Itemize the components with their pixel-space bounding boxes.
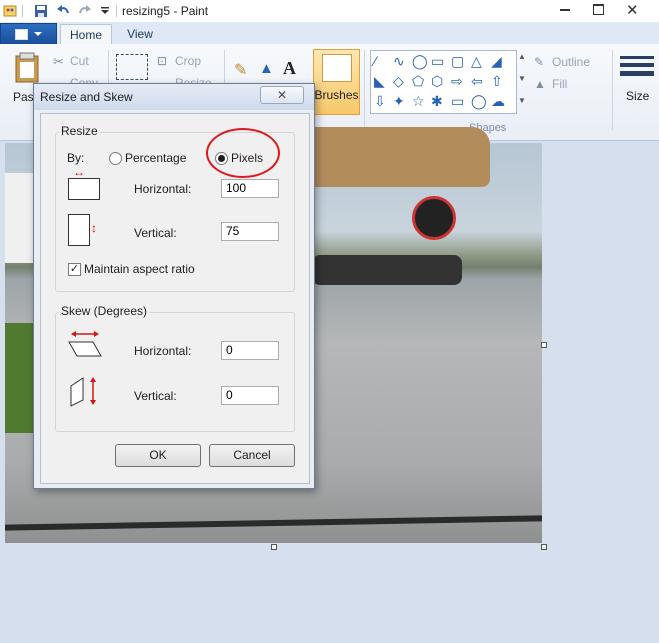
brushes-label: Brushes	[314, 88, 359, 102]
tab-view[interactable]: View	[115, 24, 165, 44]
crop-icon[interactable]: ⊡	[157, 54, 167, 68]
up-arrow-shape-icon[interactable]: ⇧	[491, 74, 503, 88]
skew-horizontal-label: Horizontal:	[134, 344, 192, 358]
right-triangle-shape-icon[interactable]: ◣	[374, 74, 385, 88]
maintain-aspect-checkbox[interactable]: ✓	[68, 263, 81, 276]
scissors-icon[interactable]: ✂	[53, 54, 64, 70]
outline-button[interactable]: Outline	[552, 55, 590, 69]
clipboard-icon[interactable]	[14, 52, 40, 87]
six-point-star-icon[interactable]: ✱	[431, 94, 443, 108]
polygon-shape-icon[interactable]: △	[471, 54, 482, 68]
four-point-star-icon[interactable]: ✦	[393, 94, 405, 108]
resize-horizontal-label: Horizontal:	[134, 182, 192, 196]
canvas-resize-handle-bottom[interactable]	[271, 544, 277, 550]
outline-icon[interactable]: ✎	[534, 55, 544, 69]
tab-home[interactable]: Home	[60, 24, 112, 46]
percentage-radio[interactable]	[109, 152, 122, 165]
shapes-scroll-down-icon[interactable]: ▼	[518, 74, 526, 83]
text-tool-icon[interactable]: A	[283, 58, 296, 79]
cut-button[interactable]: Cut	[70, 54, 89, 68]
resize-group-label: Resize	[59, 124, 100, 138]
paint-menu-button[interactable]	[0, 23, 57, 45]
close-window-button[interactable]: ✕	[626, 1, 639, 19]
ribbon-separator	[612, 50, 613, 130]
horizontal-skew-icon	[67, 328, 103, 361]
dialog-title-bar[interactable]: Resize and Skew ✕	[34, 84, 314, 110]
ribbon-separator	[364, 50, 365, 130]
down-arrow-shape-icon[interactable]: ⇩	[374, 94, 386, 108]
vertical-skew-icon	[67, 372, 103, 411]
maintain-aspect-label: Maintain aspect ratio	[84, 262, 195, 276]
window-title: resizing5 - Paint	[122, 4, 209, 18]
skew-group-label: Skew (Degrees)	[59, 304, 150, 318]
pixels-highlight-annotation	[206, 128, 280, 178]
oval-shape-icon[interactable]: ◯	[412, 54, 428, 68]
size-icon[interactable]	[620, 56, 654, 80]
left-arrow-shape-icon[interactable]: ⇦	[471, 74, 483, 88]
customize-toolbar-icon[interactable]	[97, 3, 113, 19]
right-arrow-shape-icon[interactable]: ⇨	[451, 74, 463, 88]
curve-shape-icon[interactable]: ∿	[393, 54, 405, 68]
cancel-button[interactable]: Cancel	[209, 444, 295, 467]
triangle-shape-icon[interactable]: ◢	[491, 54, 502, 68]
canvas-resize-handle-right[interactable]	[541, 342, 547, 348]
resize-vertical-input[interactable]	[221, 222, 279, 241]
title-separator	[22, 5, 23, 17]
minimize-button[interactable]	[560, 9, 570, 11]
vertical-resize-icon	[68, 214, 90, 246]
paint-app-icon[interactable]	[2, 3, 18, 19]
resize-horizontal-input[interactable]	[221, 179, 279, 198]
diamond-shape-icon[interactable]: ◇	[393, 74, 404, 88]
callout-oval-icon[interactable]: ◯	[471, 94, 487, 108]
rounded-rect-shape-icon[interactable]: ▢	[451, 54, 464, 68]
horizontal-resize-icon	[68, 178, 100, 200]
rectangle-shape-icon[interactable]: ▭	[431, 54, 444, 68]
brush-icon	[322, 54, 352, 82]
shapes-more-icon[interactable]: ▼	[518, 96, 526, 105]
shapes-scroll-up-icon[interactable]: ▲	[518, 52, 526, 61]
dialog-close-button[interactable]: ✕	[260, 86, 304, 104]
title-separator	[116, 5, 117, 17]
callout-rect-icon[interactable]: ▭	[451, 94, 464, 108]
redo-icon[interactable]	[77, 3, 93, 19]
canvas-resize-handle-corner[interactable]	[541, 544, 547, 550]
gold-car	[300, 127, 490, 187]
document-icon	[15, 28, 28, 40]
title-bar: resizing5 - Paint ✕	[0, 0, 659, 22]
skew-vertical-label: Vertical:	[134, 389, 177, 403]
save-icon[interactable]	[33, 3, 49, 19]
skew-horizontal-input[interactable]	[221, 341, 279, 360]
fill-bucket-icon[interactable]: ▲	[259, 60, 274, 77]
ribbon-tab-row: Home View	[0, 22, 659, 46]
chevron-down-icon	[34, 32, 42, 36]
ok-button[interactable]: OK	[115, 444, 201, 467]
horizontal-arrow-icon: ↔	[73, 165, 85, 179]
crop-button[interactable]: Crop	[175, 54, 201, 68]
hexagon-shape-icon[interactable]: ⬡	[431, 74, 443, 88]
maximize-button[interactable]	[593, 4, 604, 15]
percentage-label: Percentage	[125, 151, 187, 165]
shapes-gallery[interactable]: ∕ ∿ ◯ ▭ ▢ △ ◢ ◣ ◇ ⬠ ⬡ ⇨ ⇦ ⇧ ⇩ ✦ ☆ ✱ ▭ ◯ …	[370, 50, 517, 114]
vertical-arrow-icon: ↕	[91, 221, 97, 235]
pentagon-shape-icon[interactable]: ⬠	[412, 74, 424, 88]
size-button[interactable]: Size	[626, 89, 649, 103]
dark-car	[312, 255, 462, 285]
fill-icon[interactable]: ▲	[534, 77, 546, 91]
resize-vertical-label: Vertical:	[134, 226, 177, 240]
brushes-button[interactable]: Brushes	[313, 49, 360, 115]
skew-vertical-input[interactable]	[221, 386, 279, 405]
callout-cloud-icon[interactable]: ☁	[491, 94, 505, 108]
select-icon[interactable]	[116, 54, 148, 80]
dialog-title: Resize and Skew	[40, 90, 133, 104]
pencil-icon[interactable]: ✎	[234, 60, 247, 80]
by-label: By:	[67, 151, 85, 165]
car-wheel	[412, 196, 456, 240]
close-icon: ✕	[276, 88, 288, 102]
line-shape-icon[interactable]: ∕	[374, 54, 376, 68]
five-point-star-icon[interactable]: ☆	[412, 94, 425, 108]
undo-icon[interactable]	[55, 3, 71, 19]
fill-button[interactable]: Fill	[552, 77, 567, 91]
